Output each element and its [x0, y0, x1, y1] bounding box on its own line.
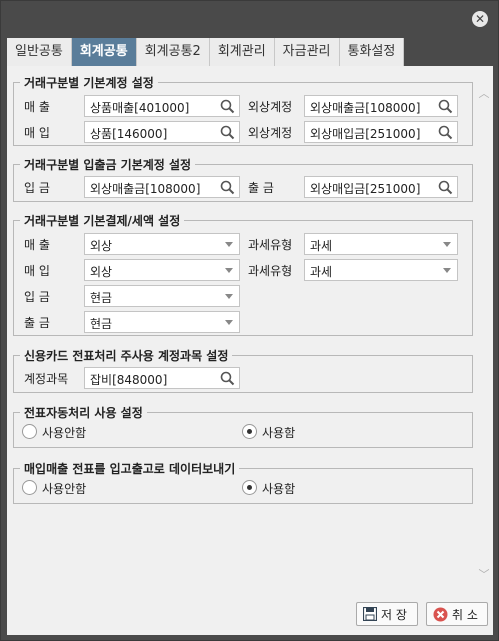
payment-tax-group: 거래구분별 기본결제/세액 설정 매 출 외상 과세유형 과세 매 입 외상 과… — [13, 212, 473, 336]
sales-label: 매 출 — [24, 238, 50, 252]
purchase-tax-type-label: 과세유형 — [248, 264, 293, 278]
sales-tax-type-select[interactable]: 과세 — [304, 233, 458, 255]
scrollbar[interactable]: ︿ ﹀ — [475, 66, 493, 596]
auto-voucher-on-radio[interactable] — [242, 424, 257, 439]
auto-voucher-group: 전표자동처리 사용 설정 사용안함 사용함 — [13, 404, 473, 448]
purchase-credit-label: 외상계정 — [248, 126, 293, 140]
settings-dialog: ✕ 일반공통 회계공통 회계공통2 회계관리 자금관리 통화설정 거래구분별 기… — [0, 0, 499, 641]
inventory-export-off-label: 사용안함 — [42, 482, 87, 496]
sales-credit-field[interactable]: 외상매출금[108000] — [304, 95, 458, 117]
search-icon[interactable] — [220, 180, 235, 195]
withdrawal-method-value: 현금 — [90, 317, 113, 331]
withdrawal-label: 출 금 — [24, 316, 50, 330]
tab-bar: 일반공통 회계공통 회계공통2 회계관리 자금관리 통화설정 — [7, 38, 405, 66]
scroll-up-icon[interactable]: ︿ — [478, 88, 490, 100]
auto-voucher-off-radio[interactable] — [22, 424, 37, 439]
dropdown-arrow-icon[interactable] — [225, 242, 233, 247]
group-title: 거래구분별 입출금 기본계정 설정 — [20, 156, 196, 173]
purchase-label: 매 입 — [24, 126, 50, 140]
purchase-account-value: 상품[146000] — [90, 127, 168, 141]
sales-tax-type-label: 과세유형 — [248, 238, 293, 252]
inventory-export-off-radio[interactable] — [22, 480, 37, 495]
sales-payment-value: 외상 — [90, 239, 113, 253]
sales-payment-select[interactable]: 외상 — [84, 233, 240, 255]
search-icon[interactable] — [220, 125, 235, 140]
search-icon[interactable] — [438, 99, 453, 114]
withdrawal-account-value: 외상매입금[251000] — [310, 182, 421, 196]
deposit-method-value: 현금 — [90, 291, 113, 305]
sales-account-value: 상품매출[401000] — [90, 101, 190, 115]
withdrawal-account-field[interactable]: 외상매입금[251000] — [304, 176, 458, 198]
inventory-export-group: 매입매출 전표를 입고출고로 데이터보내기 사용안함 사용함 — [13, 460, 473, 504]
cancel-label: 취 소 — [452, 607, 478, 622]
auto-voucher-off-label: 사용안함 — [42, 426, 87, 440]
settings-panel: 거래구분별 기본계정 설정 매 출 상품매출[401000] 외상계정 외상매출… — [7, 66, 493, 635]
save-button[interactable]: 저 장 — [356, 602, 418, 626]
group-title: 거래구분별 기본계정 설정 — [20, 74, 158, 91]
basic-account-group: 거래구분별 기본계정 설정 매 출 상품매출[401000] 외상계정 외상매출… — [13, 74, 473, 146]
sales-label: 매 출 — [24, 100, 50, 114]
deposit-label: 입 금 — [24, 181, 50, 195]
close-icon[interactable]: ✕ — [472, 11, 488, 27]
deposit-method-select[interactable]: 현금 — [84, 285, 240, 307]
search-icon[interactable] — [438, 180, 453, 195]
save-icon — [363, 607, 377, 621]
dropdown-arrow-icon[interactable] — [225, 294, 233, 299]
dropdown-arrow-icon[interactable] — [443, 242, 451, 247]
purchase-account-field[interactable]: 상품[146000] — [84, 121, 240, 143]
tab-currency-settings[interactable]: 통화설정 — [339, 38, 405, 66]
tab-accounting-common[interactable]: 회계공통 — [71, 38, 137, 66]
credit-card-account-group: 신용카드 전표처리 주사용 계정과목 설정 계정과목 잡비[848000] — [13, 347, 473, 393]
group-title: 신용카드 전표처리 주사용 계정과목 설정 — [20, 347, 233, 364]
sales-tax-type-value: 과세 — [310, 239, 333, 253]
purchase-payment-select[interactable]: 외상 — [84, 259, 240, 281]
sales-credit-value: 외상매출금[108000] — [310, 101, 421, 115]
purchase-tax-type-select[interactable]: 과세 — [304, 259, 458, 281]
tab-general-common[interactable]: 일반공통 — [7, 38, 72, 66]
group-title: 매입매출 전표를 입고출고로 데이터보내기 — [20, 460, 240, 477]
account-label: 계정과목 — [24, 372, 69, 386]
group-title: 전표자동처리 사용 설정 — [20, 404, 147, 421]
group-title: 거래구분별 기본결제/세액 설정 — [20, 212, 185, 229]
purchase-credit-value: 외상매입금[251000] — [310, 127, 421, 141]
title-bar: ✕ — [1, 1, 498, 37]
purchase-tax-type-value: 과세 — [310, 265, 333, 279]
sales-credit-label: 외상계정 — [248, 100, 293, 114]
cancel-icon — [433, 607, 448, 621]
save-label: 저 장 — [381, 607, 407, 622]
purchase-credit-field[interactable]: 외상매입금[251000] — [304, 121, 458, 143]
withdrawal-label: 출 금 — [248, 181, 274, 195]
deposit-account-field[interactable]: 외상매출금[108000] — [84, 176, 240, 198]
scroll-down-icon[interactable]: ﹀ — [478, 569, 490, 581]
deposit-account-value: 외상매출금[108000] — [90, 182, 201, 196]
tab-accounting-management[interactable]: 회계관리 — [209, 38, 275, 66]
inventory-export-on-label: 사용함 — [262, 482, 296, 496]
card-account-value: 잡비[848000] — [90, 373, 168, 387]
search-icon[interactable] — [438, 125, 453, 140]
cash-account-group: 거래구분별 입출금 기본계정 설정 입 금 외상매출금[108000] 출 금 … — [13, 156, 473, 202]
purchase-label: 매 입 — [24, 264, 50, 278]
purchase-payment-value: 외상 — [90, 265, 113, 279]
deposit-label: 입 금 — [24, 290, 50, 304]
card-account-field[interactable]: 잡비[848000] — [84, 367, 240, 389]
dropdown-arrow-icon[interactable] — [443, 268, 451, 273]
withdrawal-method-select[interactable]: 현금 — [84, 311, 240, 333]
search-icon[interactable] — [220, 371, 235, 386]
sales-account-field[interactable]: 상품매출[401000] — [84, 95, 240, 117]
dropdown-arrow-icon[interactable] — [225, 268, 233, 273]
inventory-export-on-radio[interactable] — [242, 480, 257, 495]
auto-voucher-on-label: 사용함 — [262, 426, 296, 440]
tab-fund-management[interactable]: 자금관리 — [274, 38, 340, 66]
tab-accounting-common-2[interactable]: 회계공통2 — [136, 38, 210, 66]
search-icon[interactable] — [220, 99, 235, 114]
cancel-button[interactable]: 취 소 — [426, 602, 488, 626]
dropdown-arrow-icon[interactable] — [225, 320, 233, 325]
